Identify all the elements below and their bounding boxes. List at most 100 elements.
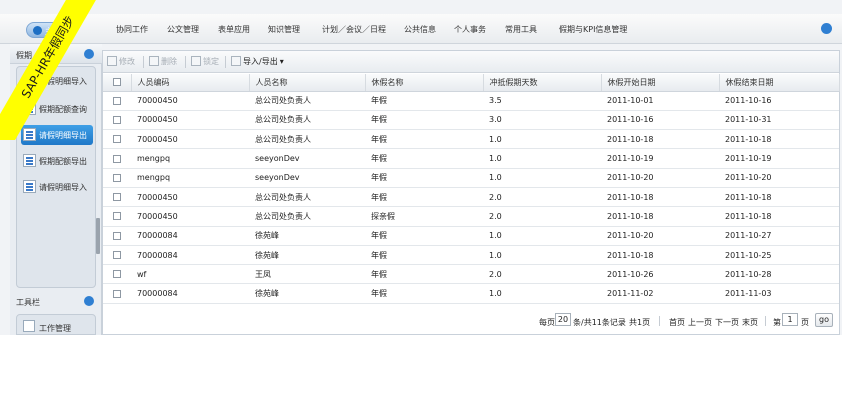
sidebar-item-leave-import-2[interactable]: 请假明细导入 <box>21 177 93 197</box>
prev-page-link[interactable]: 上一页 <box>688 317 712 328</box>
row-checkbox[interactable] <box>113 289 121 298</box>
cell-employee-code: mengpq <box>131 168 249 188</box>
column-header-employee-name[interactable]: 人员名称 <box>249 74 366 92</box>
cell-employee-code: 70000450 <box>131 206 249 227</box>
delete-icon <box>149 56 159 66</box>
collapse-icon[interactable] <box>84 296 94 306</box>
row-checkbox[interactable] <box>113 251 121 260</box>
row-checkbox-cell <box>103 110 131 131</box>
first-page-link[interactable]: 首页 <box>669 317 685 328</box>
home-button[interactable]: 主页 <box>26 22 74 38</box>
column-header-employee-code[interactable]: 人员编码 <box>131 74 250 92</box>
column-header-leave-name[interactable]: 休假名称 <box>365 74 484 92</box>
import-export-button[interactable]: 导入/导出 ▾ <box>231 56 284 68</box>
table-row[interactable]: mengpq seeyonDev 年假 1.0 2011-10-19 2011-10-19 <box>103 148 839 169</box>
cell-employee-name: 总公司处负责人 <box>249 187 365 208</box>
document-icon <box>23 154 36 167</box>
lock-button[interactable]: 锁定 <box>191 56 219 68</box>
sidebar-item-leave-export[interactable]: 请假明细导出 <box>21 125 93 145</box>
row-checkbox-cell <box>103 245 131 266</box>
column-header-end-date[interactable]: 休假结束日期 <box>719 74 840 92</box>
cell-end-date: 2011-11-03 <box>719 283 839 304</box>
sidebar-item-quota-query[interactable]: 假期配额查询 <box>21 99 93 119</box>
collapse-icon[interactable] <box>84 49 94 59</box>
table-row[interactable]: 70000084 徐苑峰 年假 1.0 2011-10-18 2011-10-25 <box>103 245 839 266</box>
cell-end-date: 2011-10-31 <box>719 110 839 131</box>
last-page-link[interactable]: 末页 <box>742 317 758 328</box>
menu-collaboration[interactable]: 协同工作 <box>116 24 148 35</box>
row-checkbox-cell <box>103 283 131 304</box>
cell-offset-days: 2.0 <box>483 187 601 208</box>
cell-offset-days: 1.0 <box>483 283 601 304</box>
cell-employee-name: 徐苑峰 <box>249 226 365 246</box>
pager-divider <box>659 316 660 326</box>
sidebar-item-label: 假期配额查询 <box>39 105 87 114</box>
menu-plan-meeting-schedule[interactable]: 计划／会议／日程 <box>322 24 386 35</box>
row-checkbox[interactable] <box>113 96 121 105</box>
row-checkbox[interactable] <box>113 212 121 221</box>
table-row[interactable]: 70000450 总公司处负责人 年假 2.0 2011-10-18 2011-10-18 <box>103 187 839 208</box>
column-header-offset-days[interactable]: 冲抵假期天数 <box>483 74 602 92</box>
menu-forms[interactable]: 表单应用 <box>218 24 250 35</box>
table-row[interactable]: 70000450 总公司处负责人 年假 3.5 2011-10-01 2011-10-16 <box>103 91 839 111</box>
delete-button[interactable]: 删除 <box>149 56 177 68</box>
cell-employee-code: 70000450 <box>131 91 249 111</box>
sidebar-item-quota-export[interactable]: 假期配额导出 <box>21 151 93 171</box>
row-checkbox[interactable] <box>113 154 121 163</box>
cell-employee-name: 总公司处负责人 <box>249 110 365 131</box>
menu-leave-kpi[interactable]: 假期与KPI信息管理 <box>559 24 627 35</box>
row-checkbox[interactable] <box>113 173 121 182</box>
row-checkbox[interactable] <box>113 193 121 202</box>
page-number-input[interactable]: 1 <box>782 313 798 326</box>
page-prefix: 第 <box>773 318 781 327</box>
menu-public-info[interactable]: 公共信息 <box>404 24 436 35</box>
cell-offset-days: 2.0 <box>483 264 601 285</box>
cell-start-date: 2011-10-19 <box>601 148 719 169</box>
document-icon <box>23 102 36 115</box>
column-header-start-date[interactable]: 休假开始日期 <box>601 74 720 92</box>
table-row[interactable]: 70000084 徐苑峰 年假 1.0 2011-11-02 2011-11-03 <box>103 283 839 304</box>
cell-employee-code: 70000084 <box>131 226 249 246</box>
select-all-checkbox-cell <box>103 74 132 92</box>
row-checkbox[interactable] <box>113 231 121 240</box>
pager-divider <box>765 316 766 326</box>
table-row[interactable]: wf 王凤 年假 2.0 2011-10-26 2011-10-28 <box>103 264 839 285</box>
select-all-checkbox[interactable] <box>112 78 121 87</box>
menu-tools[interactable]: 常用工具 <box>505 24 537 35</box>
document-icon <box>23 74 36 87</box>
cell-employee-name: 徐苑峰 <box>249 245 365 266</box>
next-page-link[interactable]: 下一页 <box>715 317 739 328</box>
cell-leave-name: 年假 <box>365 91 483 111</box>
toolbar-divider <box>225 56 226 68</box>
table-row[interactable]: 70000450 总公司处负责人 年假 1.0 2011-10-18 2011-10-18 <box>103 129 839 150</box>
row-checkbox[interactable] <box>113 135 121 144</box>
cell-offset-days: 3.0 <box>483 110 601 131</box>
tools-item-work-management[interactable]: 工作管理 <box>16 314 96 335</box>
row-checkbox[interactable] <box>113 270 121 279</box>
import-export-label: 导入/导出 <box>243 57 278 66</box>
row-checkbox-cell <box>103 91 131 111</box>
person-icon[interactable] <box>821 23 832 34</box>
edit-button[interactable]: 修改 <box>107 56 135 68</box>
menu-personal[interactable]: 个人事务 <box>454 24 486 35</box>
cell-end-date: 2011-10-19 <box>719 148 839 169</box>
cell-start-date: 2011-10-18 <box>601 129 719 150</box>
sidebar-item-label: 请假明细导入 <box>39 77 87 86</box>
sidebar-item-leave-import[interactable]: 请假明细导入 <box>21 71 93 91</box>
go-button[interactable]: go <box>815 313 833 327</box>
row-checkbox[interactable] <box>113 115 121 124</box>
table-row[interactable]: 70000084 徐苑峰 年假 1.0 2011-10-20 2011-10-27 <box>103 226 839 246</box>
menu-knowledge[interactable]: 知识管理 <box>268 24 300 35</box>
table-row[interactable]: 70000450 总公司处负责人 探亲假 2.0 2011-10-18 2011-10-1… <box>103 206 839 227</box>
table-row[interactable]: mengpq seeyonDev 年假 1.0 2011-10-20 2011-10-20 <box>103 168 839 188</box>
cell-end-date: 2011-10-16 <box>719 91 839 111</box>
cell-end-date: 2011-10-27 <box>719 226 839 246</box>
table-row[interactable]: 70000450 总公司处负责人 年假 3.0 2011-10-16 2011-10-31 <box>103 110 839 131</box>
grid-toolbar: 修改 删除 锁定 导入/导出 ▾ <box>103 51 839 73</box>
per-page-input[interactable]: 20 <box>555 313 571 326</box>
cell-offset-days: 1.0 <box>483 148 601 169</box>
panel-splitter-handle[interactable] <box>96 218 100 254</box>
menu-documents[interactable]: 公文管理 <box>167 24 199 35</box>
document-icon <box>23 128 36 141</box>
cell-end-date: 2011-10-18 <box>719 129 839 150</box>
